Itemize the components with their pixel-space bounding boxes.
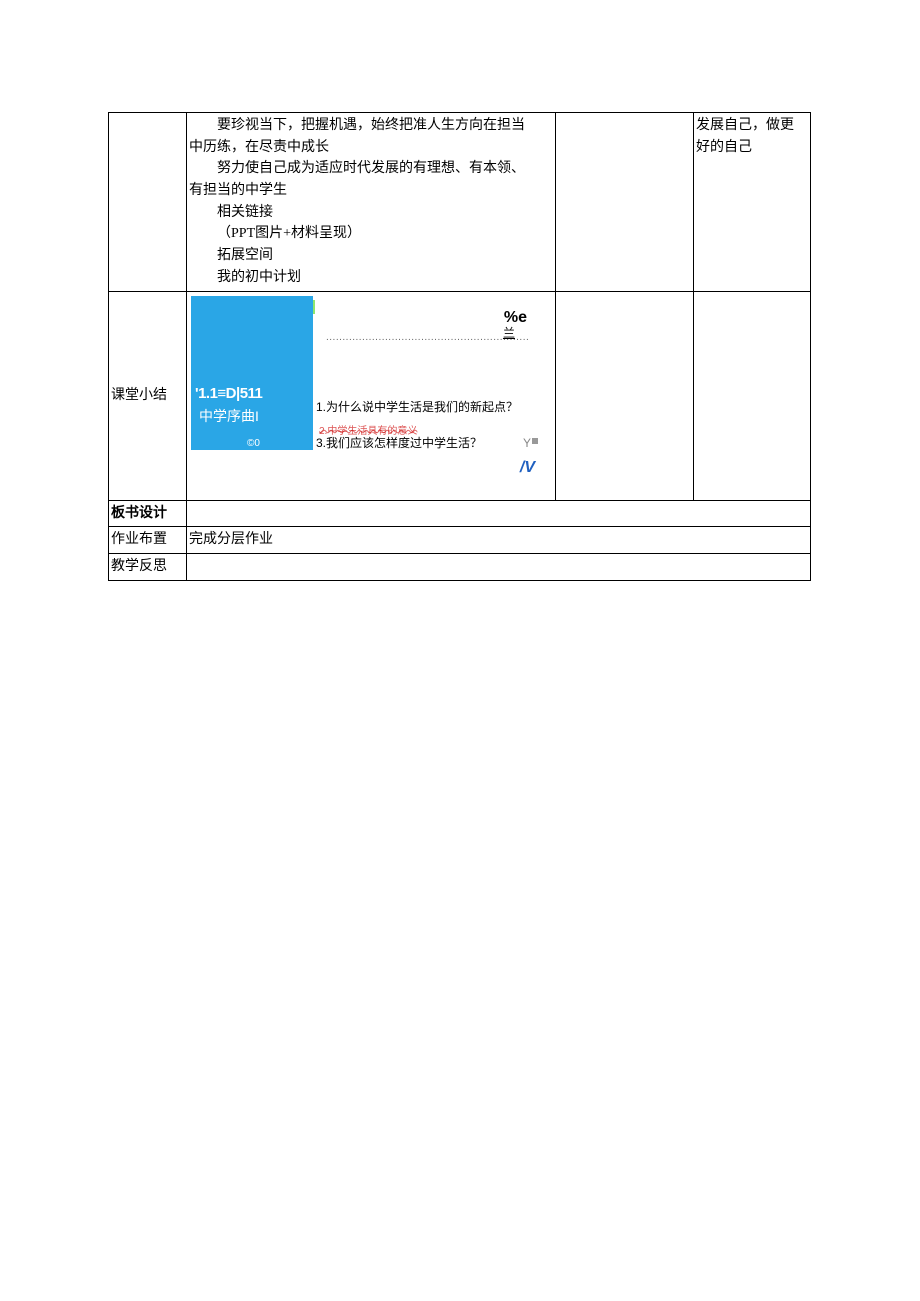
cell-r1c2: 要珍视当下，把握机遇，始终把准人生方向在担当 中历练，在尽责中成长 努力使自己成…	[187, 113, 556, 292]
lesson-plan-table: 要珍视当下，把握机遇，始终把准人生方向在担当 中历练，在尽责中成长 努力使自己成…	[108, 112, 811, 581]
text-line: 拓展空间	[189, 245, 553, 267]
table-row: 教学反思	[109, 553, 811, 580]
slide-code-text: '1.1≡D|511	[195, 382, 262, 405]
text-line: 相关链接	[189, 202, 553, 224]
cell-r1c4: 发展自己，做更 好的自己	[694, 113, 811, 292]
dotted-line: ........................................…	[326, 330, 529, 346]
text-line: 发展自己，做更	[696, 118, 794, 133]
cell-r2c3	[556, 291, 694, 500]
slide-subtitle: 中学序曲I	[199, 406, 259, 428]
slide-y-mark: Y	[523, 434, 531, 453]
row-label-homework: 作业布置	[109, 527, 187, 554]
green-bar-icon	[313, 300, 315, 314]
row-label-teaching-reflection: 教学反思	[109, 553, 187, 580]
table-row: 作业布置 完成分层作业	[109, 527, 811, 554]
text-line: （PPT图片+材料呈现）	[189, 223, 553, 245]
slide-char-lan: 兰	[503, 324, 515, 343]
page: 要珍视当下，把握机遇，始终把准人生方向在担当 中历练，在尽责中成长 努力使自己成…	[0, 0, 920, 1301]
cell-r1c1	[109, 113, 187, 292]
ppt-slide-thumbnail: '1.1≡D|511 中学序曲I ©0 %e .................…	[191, 296, 551, 496]
table-row: 课堂小结 '1.1≡D|511 中学序曲I ©0 %e ............…	[109, 291, 811, 500]
table-row: 要珍视当下，把握机遇，始终把准人生方向在担当 中历练，在尽责中成长 努力使自己成…	[109, 113, 811, 292]
slide-question-1: 1.为什么说中学生活是我们的新起点？	[316, 398, 518, 417]
cell-slide-thumbnail: '1.1≡D|511 中学序曲I ©0 %e .................…	[187, 291, 556, 500]
slide-blue-panel: '1.1≡D|511 中学序曲I ©0	[191, 296, 313, 450]
table-row: 板书设计	[109, 500, 811, 527]
slide-copyright-mark: ©0	[247, 436, 260, 452]
slide-nv-mark: /V	[520, 456, 535, 481]
cell-board-design-content	[187, 500, 811, 527]
text-line: 努力使自己成为适应时代发展的有理想、有本领、	[189, 158, 553, 180]
slide-question-3: 3.我们应该怎样度过中学生活？	[316, 434, 482, 453]
text-line: 要珍视当下，把握机遇，始终把准人生方向在担当	[189, 115, 553, 137]
cell-r1c3	[556, 113, 694, 292]
text-line: 有担当的中学生	[189, 180, 553, 202]
text-line: 好的自己	[696, 140, 752, 155]
text-line: 我的初中计划	[189, 267, 553, 289]
row-label-board-design: 板书设计	[109, 500, 187, 527]
cell-r2c4	[694, 291, 811, 500]
row-label-class-summary: 课堂小结	[109, 291, 187, 500]
cell-homework-content: 完成分层作业	[187, 527, 811, 554]
cell-reflection-content	[187, 553, 811, 580]
text-line: 中历练，在尽责中成长	[189, 137, 553, 159]
grey-square-icon	[532, 438, 538, 444]
